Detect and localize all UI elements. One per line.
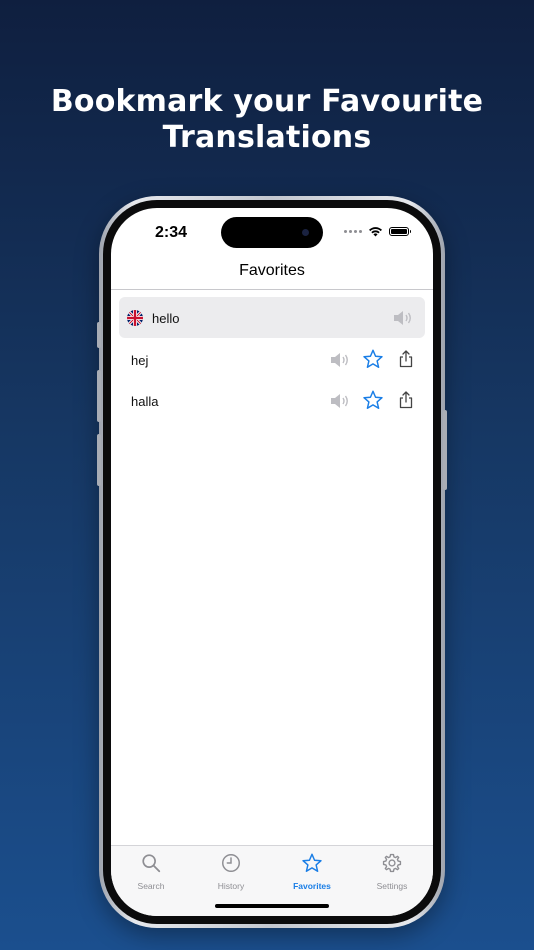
phone-volume-up-button xyxy=(97,370,101,422)
speaker-button[interactable] xyxy=(328,348,352,372)
translation-word: halla xyxy=(131,394,159,409)
translation-row[interactable]: halla xyxy=(119,380,425,421)
camera-icon xyxy=(302,229,309,236)
translation-word: hej xyxy=(131,353,149,368)
speaker-icon xyxy=(331,353,348,367)
headline-line-1: Bookmark your Favourite xyxy=(50,84,484,119)
speaker-icon xyxy=(331,394,348,408)
uk-flag-icon xyxy=(127,310,143,326)
wifi-icon xyxy=(369,227,382,237)
headline-line-2: Translations xyxy=(162,120,372,155)
nav-divider xyxy=(111,289,433,290)
share-button[interactable] xyxy=(394,388,418,412)
tab-label: Search xyxy=(137,881,165,891)
star-icon xyxy=(363,390,383,409)
tab-label: Settings xyxy=(376,881,408,891)
source-word-row[interactable]: hello xyxy=(119,297,425,338)
tab-history[interactable]: History xyxy=(201,852,261,891)
source-word: hello xyxy=(152,311,180,326)
favorite-star-button[interactable] xyxy=(361,388,385,412)
phone-volume-down-button xyxy=(97,434,101,486)
share-icon xyxy=(399,391,413,409)
star-icon xyxy=(363,349,383,368)
phone-action-button xyxy=(97,322,101,348)
phone-power-button xyxy=(443,410,447,490)
page-title: Favorites xyxy=(239,262,305,279)
share-icon xyxy=(399,350,413,368)
tab-settings[interactable]: Settings xyxy=(362,852,422,891)
favorite-star-button[interactable] xyxy=(361,347,385,371)
cellular-signal-icon xyxy=(344,230,362,233)
status-indicators xyxy=(344,226,411,237)
search-icon xyxy=(142,854,161,873)
status-time: 2:34 xyxy=(155,224,188,241)
tab-search[interactable]: Search xyxy=(121,852,181,891)
tab-label: History xyxy=(217,881,245,891)
home-indicator xyxy=(215,904,329,908)
promo-headline: Bookmark your Favourite Translations xyxy=(0,84,534,156)
dynamic-island xyxy=(221,217,323,248)
star-icon xyxy=(302,853,322,872)
speaker-button[interactable] xyxy=(328,389,352,413)
speaker-icon xyxy=(394,311,411,325)
phone-screen: 2:34 Favorites hello hej halla Search Hi… xyxy=(111,208,433,916)
favorites-list: hello hej halla xyxy=(119,297,425,845)
tab-label: Favorites xyxy=(293,881,331,891)
tab-favorites[interactable]: Favorites xyxy=(282,852,342,891)
share-button[interactable] xyxy=(394,347,418,371)
speaker-button[interactable] xyxy=(391,306,415,330)
battery-icon xyxy=(389,227,411,236)
translation-row[interactable]: hej xyxy=(119,339,425,380)
gear-icon xyxy=(382,853,402,873)
clock-icon xyxy=(222,854,240,872)
